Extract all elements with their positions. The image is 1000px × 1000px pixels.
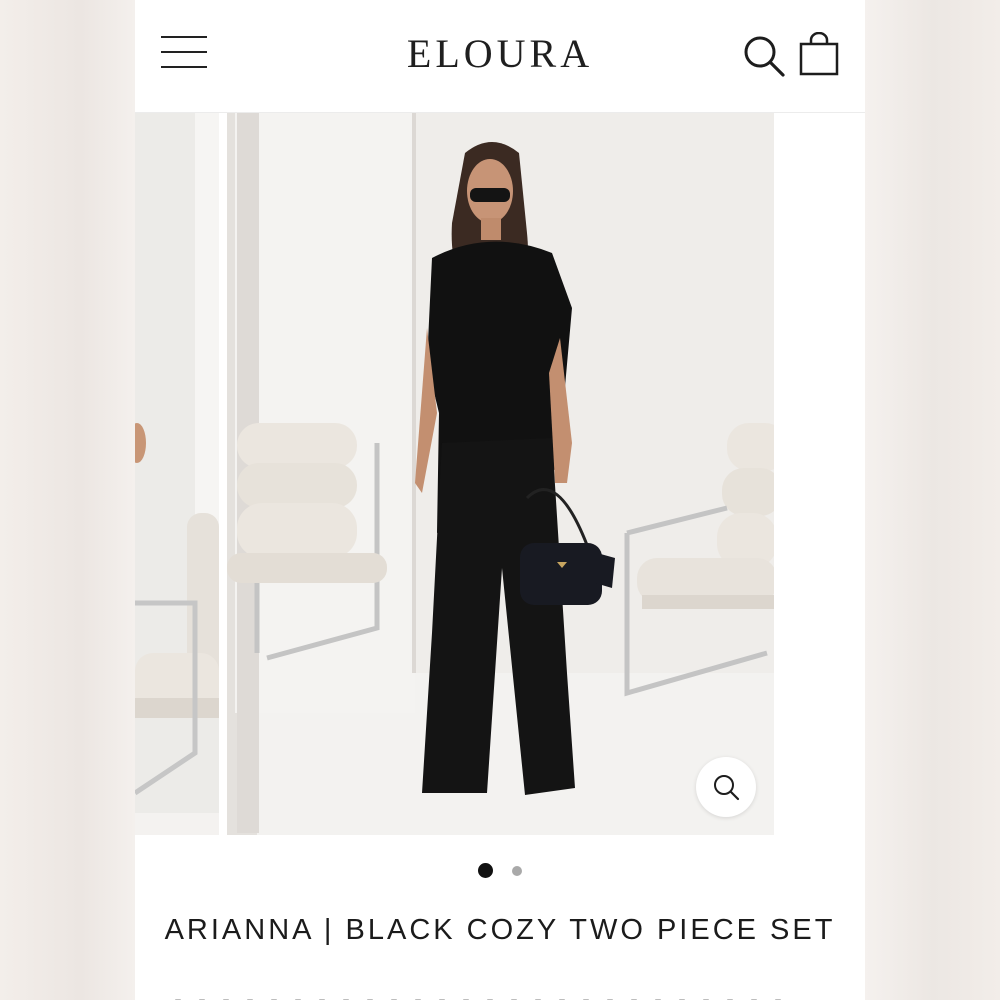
gallery-pagination: [135, 862, 865, 880]
search-icon: [744, 36, 785, 77]
main-product-image[interactable]: [227, 113, 774, 835]
cart-button[interactable]: [799, 31, 839, 76]
product-rating-row: [175, 992, 825, 1000]
previous-slide-image[interactable]: [135, 113, 219, 835]
zoom-button[interactable]: [696, 757, 756, 817]
product-photo: [227, 113, 774, 835]
search-button[interactable]: [742, 34, 786, 78]
product-page: ELOURA ARIANNA | BLACK COZY TWO PIECE SE…: [135, 0, 865, 1000]
pagination-dot-2[interactable]: [511, 865, 522, 876]
product-title: ARIANNA | BLACK COZY TWO PIECE SET: [164, 914, 836, 946]
product-image-gallery[interactable]: [135, 113, 865, 835]
pagination-dot-1[interactable]: [478, 863, 494, 879]
blurred-background-left: [0, 0, 135, 1000]
zoom-magnifier-icon: [714, 775, 740, 801]
site-header: ELOURA: [135, 0, 865, 113]
previous-slide-photo: [135, 113, 219, 835]
shopping-bag-icon: [799, 31, 839, 76]
blurred-background-right: [865, 0, 1000, 1000]
